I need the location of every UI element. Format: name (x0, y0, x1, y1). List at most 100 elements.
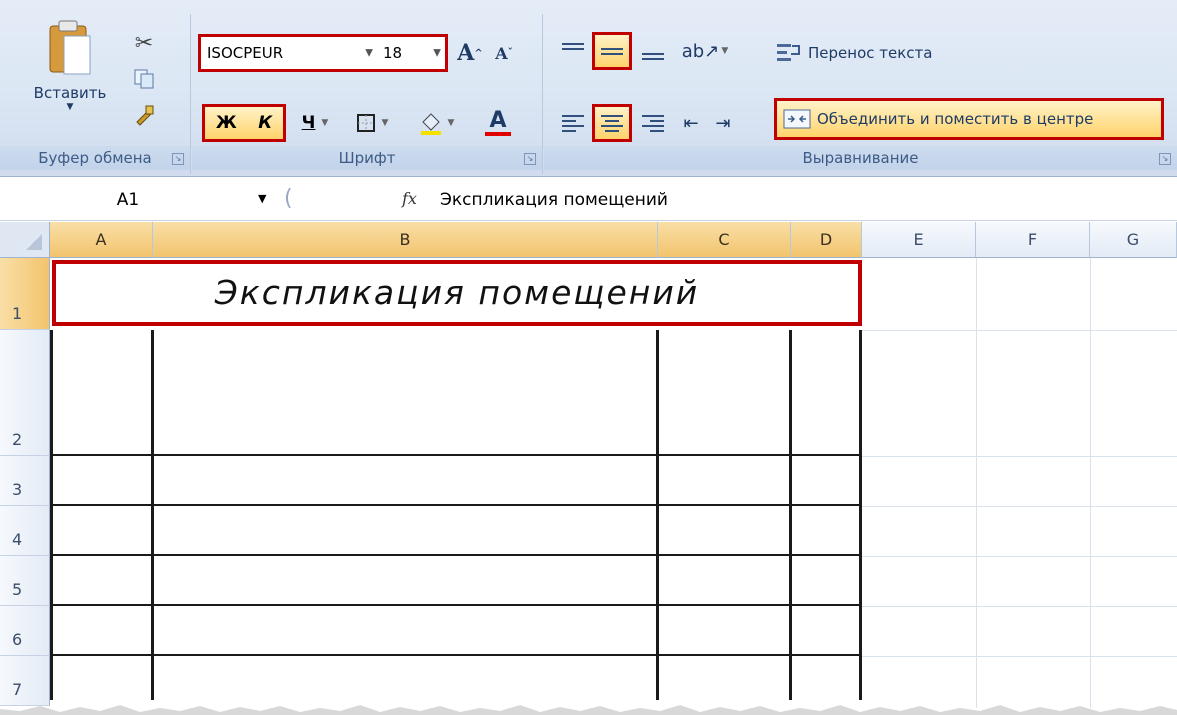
fx-button[interactable]: fx (402, 189, 417, 208)
align-center-button[interactable] (592, 104, 632, 142)
table-border (50, 454, 862, 456)
gridline (862, 606, 1177, 607)
name-box[interactable]: A1 (14, 186, 242, 214)
table-border (656, 330, 659, 700)
borders-button[interactable]: ▼ (344, 106, 400, 140)
gridline (862, 506, 1177, 507)
table-border (151, 330, 154, 700)
bold-button[interactable]: Ж (216, 113, 237, 133)
function-wizard-circle-icon: ( (284, 186, 293, 211)
clipboard-group: Вставить ▼ ✂ Буфер обмена ↘ (0, 14, 191, 174)
gridline (862, 330, 1177, 331)
dialog-launcher-icon[interactable]: ↘ (172, 153, 184, 165)
underline-button[interactable]: Ч ▼ (292, 106, 338, 140)
font-color-swatch (485, 132, 511, 136)
clipboard-group-label: Буфер обмена (0, 146, 190, 170)
paste-button[interactable]: Вставить ▼ (28, 18, 112, 128)
table-border (50, 604, 862, 606)
column-header-a[interactable]: A (50, 222, 153, 258)
column-header-g[interactable]: G (1090, 222, 1177, 258)
table-border (50, 330, 53, 700)
copy-icon (134, 69, 154, 89)
chevron-down-icon[interactable]: ▼ (258, 192, 266, 205)
align-right-button[interactable] (636, 106, 670, 140)
copy-button[interactable] (128, 64, 160, 94)
row-header-6[interactable]: 6 (0, 606, 50, 656)
chevron-down-icon: ▼ (433, 47, 441, 59)
torn-edge (0, 705, 1177, 715)
orientation-button[interactable]: ab↗ ▼ (678, 34, 732, 68)
font-size-value: 18 (383, 44, 403, 62)
column-header-f[interactable]: F (976, 222, 1090, 258)
row-header-2[interactable]: 2 (0, 330, 50, 456)
formula-bar: A1 ▼ ( fx Экспликация помещений (0, 180, 1177, 221)
increase-indent-button[interactable]: ⇥ (708, 106, 738, 140)
gridline (976, 258, 977, 708)
align-bottom-button[interactable] (636, 34, 670, 68)
wrap-text-icon (777, 44, 800, 61)
font-group: ISOCPEUR ▼ 18 ▼ A ^ Aˇ Ж К Ч ▼ ▼ ▼ A Шри… (192, 14, 543, 174)
align-top-button[interactable] (556, 34, 590, 68)
row-header-3[interactable]: 3 (0, 456, 50, 506)
merge-center-button[interactable]: Объединить и поместить в центре (774, 98, 1164, 140)
fill-color-button[interactable]: ▼ (406, 106, 466, 140)
dialog-launcher-icon[interactable]: ↘ (524, 153, 536, 165)
column-header-b[interactable]: B (153, 222, 658, 258)
formula-input[interactable]: Экспликация помещений (440, 186, 668, 214)
gridline (862, 556, 1177, 557)
table-border (50, 654, 862, 656)
align-middle-button[interactable] (592, 32, 632, 70)
decrease-indent-button[interactable]: ⇤ (676, 106, 706, 140)
gridline (862, 656, 1177, 657)
grow-font-button[interactable]: A ^ (454, 36, 486, 70)
alignment-group-label: Выравнивание (544, 146, 1177, 170)
font-group-label: Шрифт (192, 146, 542, 170)
table-border (50, 504, 862, 506)
text-orientation-icon: ab↗ (681, 40, 720, 62)
font-color-button[interactable]: A (470, 106, 526, 140)
chevron-down-icon: ▼ (721, 46, 729, 56)
table-border (859, 330, 862, 700)
row-header-5[interactable]: 5 (0, 556, 50, 606)
chevron-down-icon: ▼ (321, 118, 329, 128)
align-middle-icon (601, 41, 623, 61)
align-left-button[interactable] (556, 106, 590, 140)
spreadsheet-grid: A B C D E F G 1 2 3 4 5 6 7 Экспликация … (0, 222, 1177, 715)
wrap-text-button[interactable]: Перенос текста (776, 36, 976, 70)
gridline (1090, 258, 1091, 708)
dialog-launcher-icon[interactable]: ↘ (1159, 153, 1171, 165)
align-top-icon (562, 41, 584, 61)
select-all-triangle-icon (26, 234, 42, 250)
table-border (50, 554, 862, 556)
cut-button[interactable]: ✂ (128, 28, 160, 58)
scissors-icon: ✂ (134, 30, 154, 56)
format-painter-button[interactable] (128, 100, 160, 130)
shrink-font-button[interactable]: Aˇ (488, 36, 520, 70)
font-name-combo[interactable]: ISOCPEUR ▼ 18 ▼ (198, 34, 448, 72)
row-header-4[interactable]: 4 (0, 506, 50, 556)
format-painter-icon (136, 105, 154, 126)
column-header-d[interactable]: D (791, 222, 862, 258)
alignment-group: ab↗ ▼ ⇤ ⇥ Перенос текста Объединить и по… (544, 14, 1177, 174)
clipboard-icon (49, 20, 91, 75)
merge-center-icon (783, 109, 811, 129)
font-name-value: ISOCPEUR (207, 44, 284, 62)
chevron-down-icon: ▼ (381, 118, 389, 128)
paint-bucket-icon (420, 113, 441, 135)
align-bottom-icon (642, 41, 664, 61)
gridline (862, 456, 1177, 457)
ribbon: Вставить ▼ ✂ Буфер обмена ↘ ISOCPEUR ▼ 1… (0, 0, 1177, 177)
align-center-icon (601, 113, 623, 133)
decrease-indent-icon: ⇤ (683, 112, 699, 134)
merged-title-cell[interactable]: Экспликация помещений (52, 260, 862, 326)
column-header-e[interactable]: E (862, 222, 976, 258)
align-right-icon (642, 113, 664, 133)
align-left-icon (562, 113, 584, 133)
row-header-1[interactable]: 1 (0, 258, 50, 330)
column-header-c[interactable]: C (658, 222, 791, 258)
paste-label: Вставить (33, 84, 107, 102)
chevron-down-icon: ▼ (66, 102, 74, 112)
italic-button[interactable]: К (258, 113, 272, 133)
row-header-7[interactable]: 7 (0, 656, 50, 706)
increase-indent-icon: ⇥ (715, 112, 731, 134)
